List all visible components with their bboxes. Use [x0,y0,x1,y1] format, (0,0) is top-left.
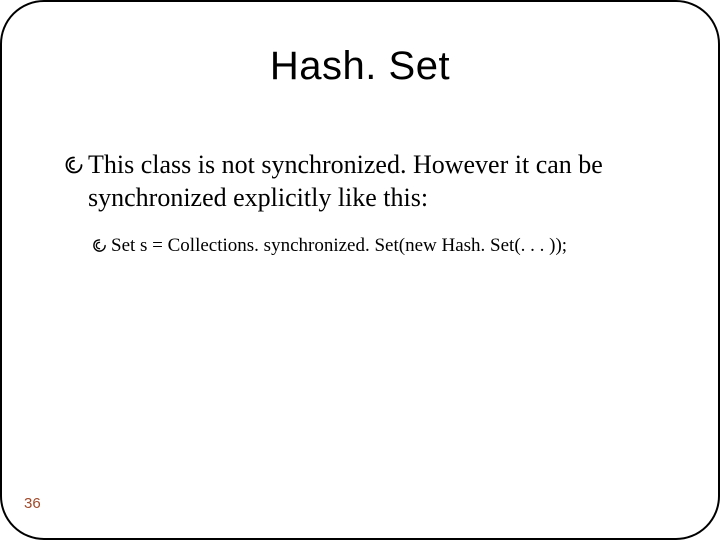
page-number: 36 [24,495,41,512]
swirl-bullet-icon [64,149,84,184]
slide-frame: Hash. Set This class is not synchronized… [0,0,720,540]
bullet-level1: This class is not synchronized. However … [64,149,656,214]
slide-title: Hash. Set [2,44,718,89]
bullet-level1-text: This class is not synchronized. However … [88,149,656,214]
bullet-level2: Set s = Collections. synchronized. Set(n… [92,234,656,261]
slide-body: This class is not synchronized. However … [2,149,718,261]
bullet-level2-text: Set s = Collections. synchronized. Set(n… [111,234,567,259]
swirl-bullet-icon [92,234,107,261]
